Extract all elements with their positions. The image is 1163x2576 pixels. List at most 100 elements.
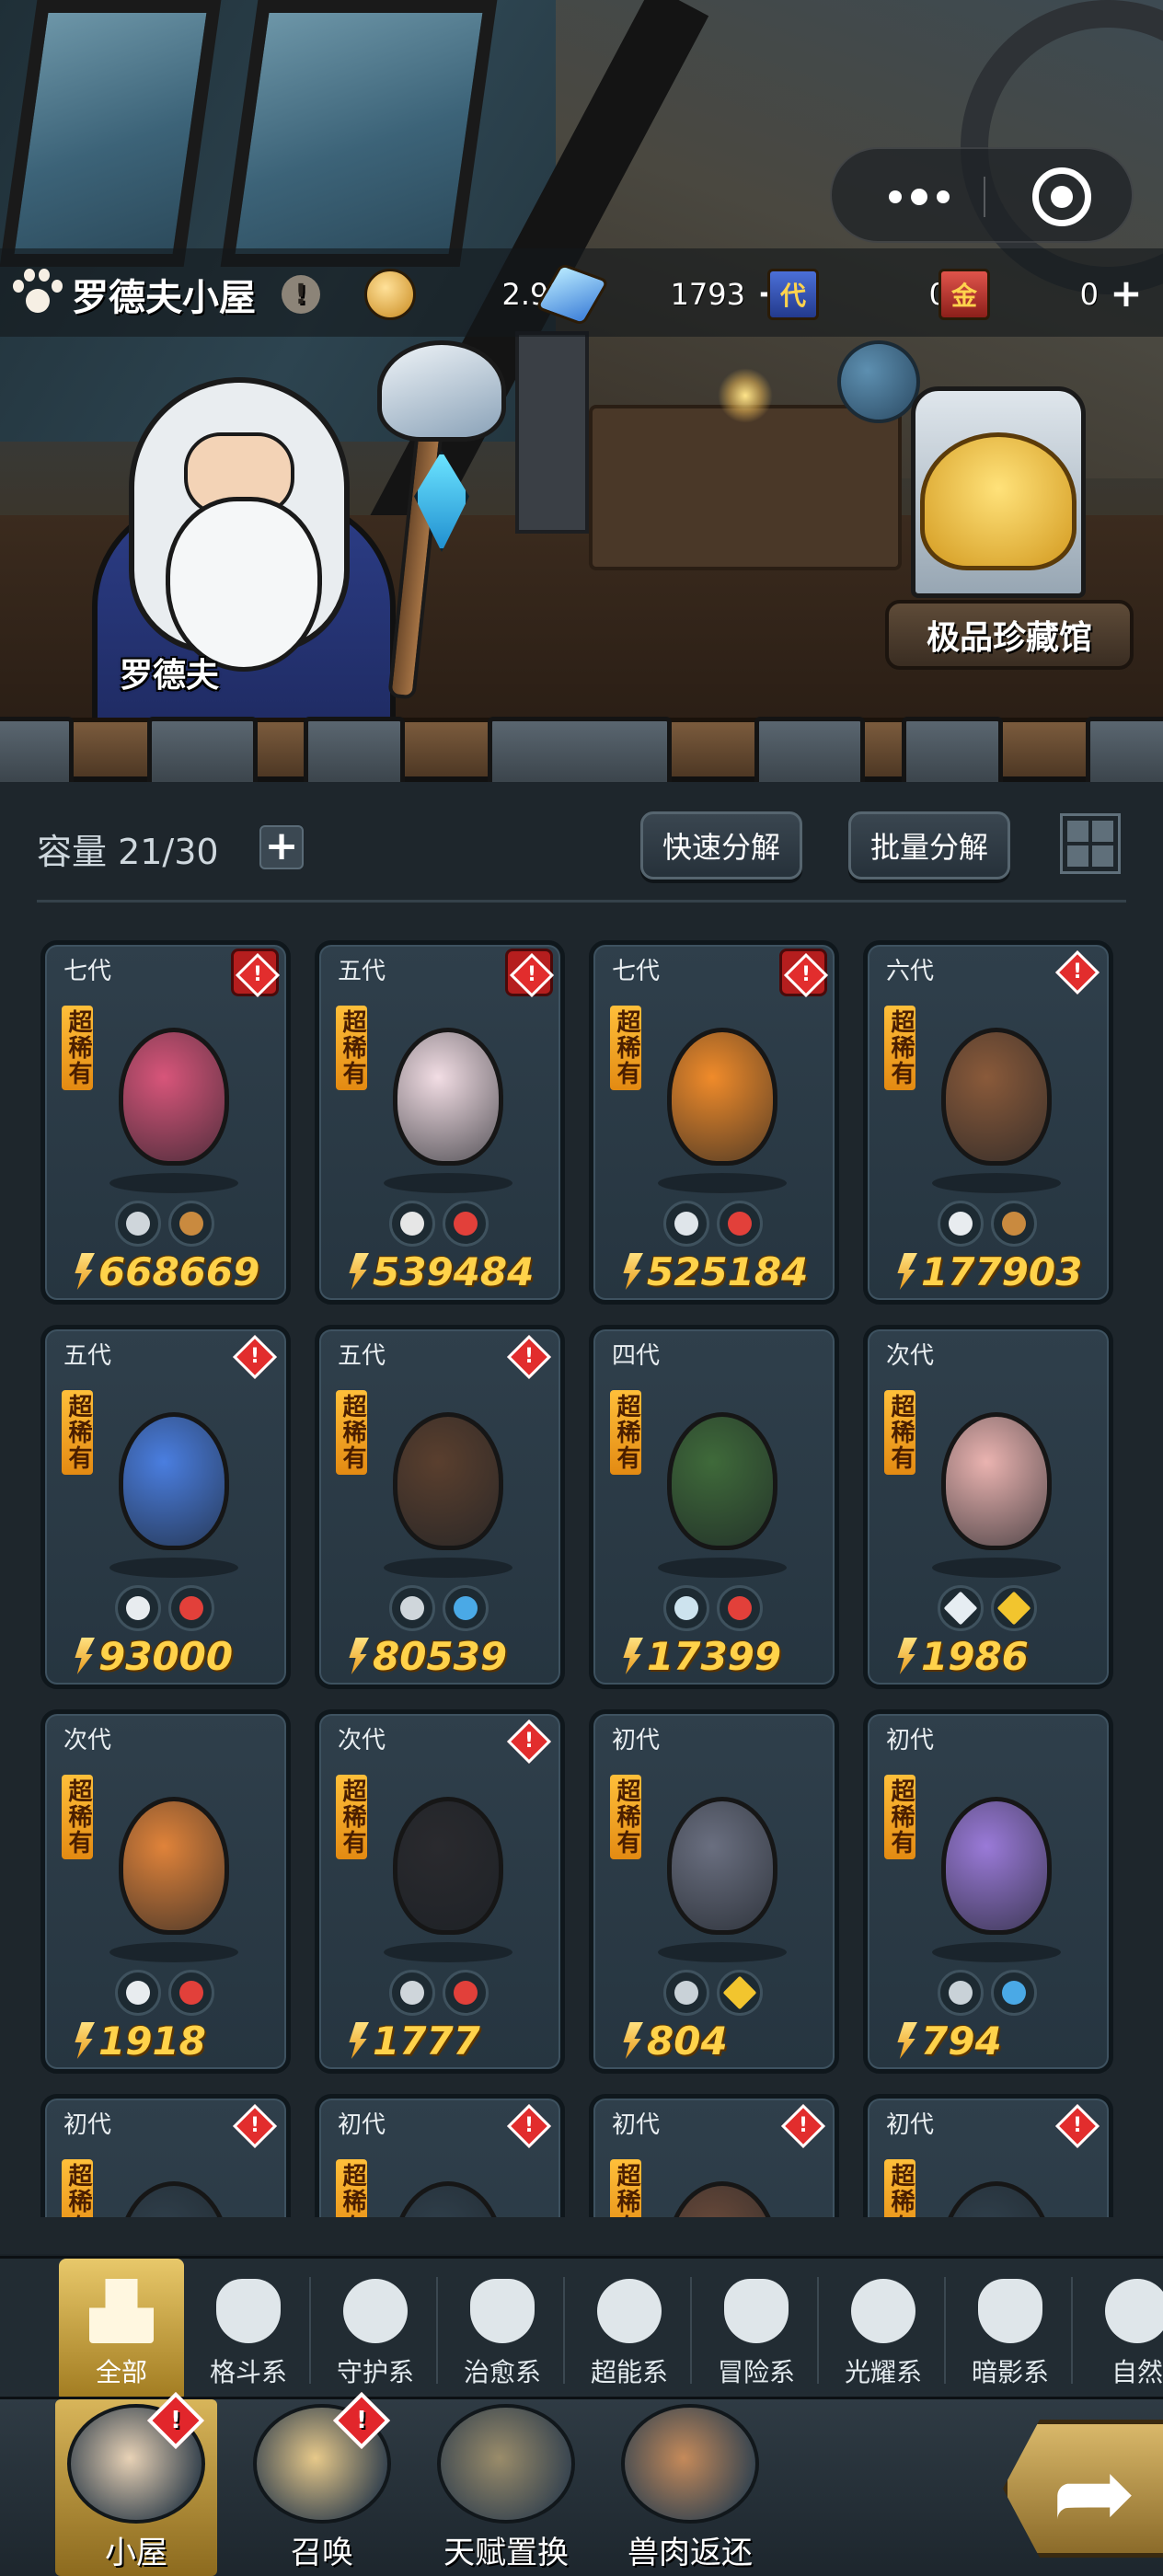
- beast-card[interactable]: 初代超稀有: [863, 2094, 1113, 2217]
- beast-card[interactable]: 初代 超稀有 804: [589, 1709, 839, 2074]
- bottom-nav: 小屋 召唤 天赋置换 兽肉返还: [0, 2391, 1163, 2576]
- beast-card[interactable]: 初代超稀有: [589, 2094, 839, 2217]
- nav-item[interactable]: 天赋置换: [414, 2399, 598, 2576]
- category-tab[interactable]: 守护系: [313, 2259, 438, 2397]
- category-tab[interactable]: 治愈系: [440, 2259, 565, 2397]
- add-gold-ticket-button[interactable]: +: [1108, 274, 1145, 313]
- rarity-badge: 超稀有: [336, 2159, 367, 2217]
- beast-portrait: [365, 1009, 531, 1193]
- expand-capacity-button[interactable]: +: [259, 825, 304, 869]
- beast-card[interactable]: 次代超稀有 1777: [315, 1709, 565, 2074]
- category-tab[interactable]: 光耀系: [821, 2259, 946, 2397]
- panel-divider: [37, 900, 1126, 903]
- adventure-type-icon: [991, 1201, 1037, 1247]
- beast-card[interactable]: 初代 超稀有 794: [863, 1709, 1113, 2074]
- nav-item[interactable]: 召唤: [230, 2391, 414, 2576]
- rarity-badge: 超稀有: [62, 1775, 93, 1859]
- beast-card[interactable]: 初代超稀有: [40, 2094, 291, 2217]
- fire-type-icon: [443, 1201, 489, 1247]
- leaf-icon: [1105, 2279, 1163, 2343]
- power-value: 1986: [895, 1633, 1029, 1679]
- beast-card[interactable]: 五代超稀有 80539: [315, 1325, 565, 1689]
- generation-label: 初代: [612, 2111, 661, 2139]
- water-type-icon: [443, 1585, 489, 1631]
- beast-card[interactable]: 六代超稀有 177903: [863, 940, 1113, 1305]
- rarity-badge: 超稀有: [62, 1006, 93, 1090]
- beast-card[interactable]: 次代 超稀有 1918: [40, 1709, 291, 2074]
- power-icon: [75, 1253, 95, 1290]
- dot-icon: [937, 190, 950, 203]
- more-options-button[interactable]: [869, 149, 970, 245]
- generation-label: 五代: [338, 958, 386, 985]
- blue-ticket-value: 0: [819, 277, 948, 312]
- home-title-area: 罗德夫小屋 !: [11, 261, 320, 328]
- capacity-label: 容量 21/30: [37, 832, 219, 872]
- generation-label: 初代: [63, 2111, 112, 2139]
- category-tab[interactable]: 格斗系: [186, 2259, 311, 2397]
- category-label: 治愈系: [463, 2357, 541, 2387]
- info-icon[interactable]: !: [282, 275, 320, 314]
- grid-view-icon[interactable]: [1060, 813, 1121, 874]
- power-value: 804: [621, 2018, 728, 2064]
- window: [220, 0, 498, 267]
- category-label: 全部: [95, 2357, 147, 2387]
- rarity-badge: 超稀有: [884, 1006, 915, 1090]
- alert-icon: [505, 1718, 553, 1765]
- nav-item[interactable]: 小屋: [55, 2391, 217, 2576]
- type-icons: [389, 1970, 489, 2016]
- type-icons: [389, 1201, 489, 1247]
- category-tab[interactable]: 自然: [1075, 2259, 1163, 2397]
- nav-item[interactable]: 兽肉返还: [598, 2399, 782, 2576]
- rarity-badge: 超稀有: [884, 1390, 915, 1475]
- rarity-badge: 超稀有: [336, 1775, 367, 1859]
- beast-portrait: [639, 1009, 805, 1193]
- power-value: 668669: [73, 1248, 259, 1294]
- beast-portrait: [639, 1778, 805, 1962]
- nav-label: 天赋置换: [443, 2535, 569, 2571]
- generation-label: 五代: [63, 1342, 112, 1370]
- quick-decompose-button[interactable]: 快速分解: [640, 811, 802, 880]
- category-tab[interactable]: 全部: [59, 2259, 184, 2397]
- category-tab[interactable]: 暗影系: [948, 2259, 1073, 2397]
- alert-icon: [231, 2102, 279, 2150]
- npc-rodolf[interactable]: [55, 350, 405, 736]
- beast-portrait: [639, 2163, 805, 2217]
- collection-hall-button[interactable]: 极品珍藏馆: [885, 600, 1134, 670]
- close-miniprogram-button[interactable]: [1032, 167, 1091, 226]
- beast-card[interactable]: 次代 超稀有 1986: [863, 1325, 1113, 1689]
- category-label: 暗影系: [971, 2357, 1049, 2387]
- capsule-divider: [984, 177, 985, 217]
- beast-portrait: [91, 2163, 257, 2217]
- beast-portrait: [914, 1778, 1079, 1962]
- nav-label: 小屋: [105, 2535, 167, 2571]
- blue-ticket-icon: 代: [767, 269, 819, 320]
- alert-icon: [1054, 2102, 1101, 2150]
- category-label: 格斗系: [209, 2357, 287, 2387]
- power-value: 177903: [895, 1248, 1082, 1294]
- alert-icon: [505, 1333, 553, 1381]
- generation-label: 七代: [63, 958, 112, 985]
- rarity-badge: 超稀有: [610, 1390, 641, 1475]
- beast-card[interactable]: 五代超稀有 539484: [315, 940, 565, 1305]
- category-tab[interactable]: 冒险系: [694, 2259, 819, 2397]
- type-icons: [663, 1585, 763, 1631]
- beast-card[interactable]: 七代超稀有 525184: [589, 940, 839, 1305]
- beast-card[interactable]: 四代 超稀有 17399: [589, 1325, 839, 1689]
- alert-icon: [505, 949, 555, 998]
- star-type-icon: [991, 1585, 1037, 1631]
- beast-card[interactable]: 五代超稀有 93000: [40, 1325, 291, 1689]
- wind-type-icon: [663, 1585, 709, 1631]
- star-type-icon: [717, 1970, 763, 2016]
- rarity-badge: 超稀有: [336, 1390, 367, 1475]
- generation-label: 初代: [338, 2111, 386, 2139]
- lantern-icon: [724, 2279, 789, 2343]
- rarity-badge: 超稀有: [610, 1006, 641, 1090]
- beast-card[interactable]: 七代超稀有 668669: [40, 940, 291, 1305]
- beast-card[interactable]: 初代超稀有: [315, 2094, 565, 2217]
- alert-icon: [231, 949, 281, 998]
- category-tab[interactable]: 超能系: [567, 2259, 692, 2397]
- npc-name: 罗德夫: [120, 657, 220, 695]
- candle-light: [718, 368, 773, 423]
- batch-decompose-button[interactable]: 批量分解: [848, 811, 1010, 880]
- power-number: 80539: [373, 1633, 508, 1679]
